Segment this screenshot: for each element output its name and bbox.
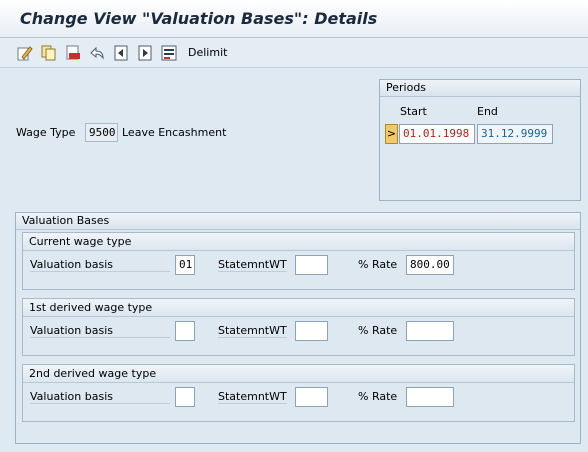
period-start-field[interactable]: 01.01.1998: [399, 124, 475, 144]
second-derived-valuation-basis-field[interactable]: [175, 387, 195, 407]
current-valuation-basis-field[interactable]: 01: [175, 255, 195, 275]
rate-label: % Rate: [358, 390, 398, 403]
title-bar: Change View "Valuation Bases": Details: [0, 0, 588, 38]
second-derived-wage-type-title: 2nd derived wage type: [23, 365, 574, 383]
wage-type-code-field: 9500: [85, 123, 118, 142]
entry-marker[interactable]: >: [385, 124, 398, 144]
wage-type-label: Wage Type: [16, 126, 76, 139]
valuation-basis-label: Valuation basis: [30, 324, 170, 338]
first-derived-valuation-basis-field[interactable]: [175, 321, 195, 341]
wage-type-description: Leave Encashment: [122, 126, 227, 139]
rate-label: % Rate: [358, 258, 398, 271]
rate-label: % Rate: [358, 324, 398, 337]
second-derived-rate-field[interactable]: [406, 387, 454, 407]
select-icon[interactable]: [160, 44, 178, 62]
edit-icon[interactable]: [16, 44, 34, 62]
period-end-label: End: [477, 105, 498, 118]
period-end-field[interactable]: 31.12.9999: [477, 124, 553, 144]
valuation-basis-label: Valuation basis: [30, 390, 170, 404]
valuation-bases-title: Valuation Bases: [16, 213, 580, 230]
undo-icon[interactable]: [88, 44, 106, 62]
statement-wt-label: StatemntWT: [218, 258, 287, 272]
valuation-basis-label: Valuation basis: [30, 258, 170, 272]
page-title: Change View "Valuation Bases": Details: [20, 9, 378, 28]
delimit-button[interactable]: Delimit: [188, 46, 227, 59]
current-rate-field[interactable]: 800.00: [406, 255, 454, 275]
first-derived-wage-type-title: 1st derived wage type: [23, 299, 574, 317]
second-derived-statement-wt-field[interactable]: [295, 387, 328, 407]
delete-icon[interactable]: [64, 44, 82, 62]
current-statement-wt-field[interactable]: [295, 255, 328, 275]
next-entry-icon[interactable]: [136, 44, 154, 62]
statement-wt-label: StatemntWT: [218, 390, 287, 404]
application-toolbar: Delimit: [0, 38, 588, 68]
period-start-label: Start: [400, 105, 427, 118]
periods-group-title: Periods: [380, 80, 580, 97]
previous-entry-icon[interactable]: [112, 44, 130, 62]
first-derived-rate-field[interactable]: [406, 321, 454, 341]
copy-icon[interactable]: [40, 44, 58, 62]
first-derived-statement-wt-field[interactable]: [295, 321, 328, 341]
current-wage-type-title: Current wage type: [23, 233, 574, 251]
statement-wt-label: StatemntWT: [218, 324, 287, 338]
